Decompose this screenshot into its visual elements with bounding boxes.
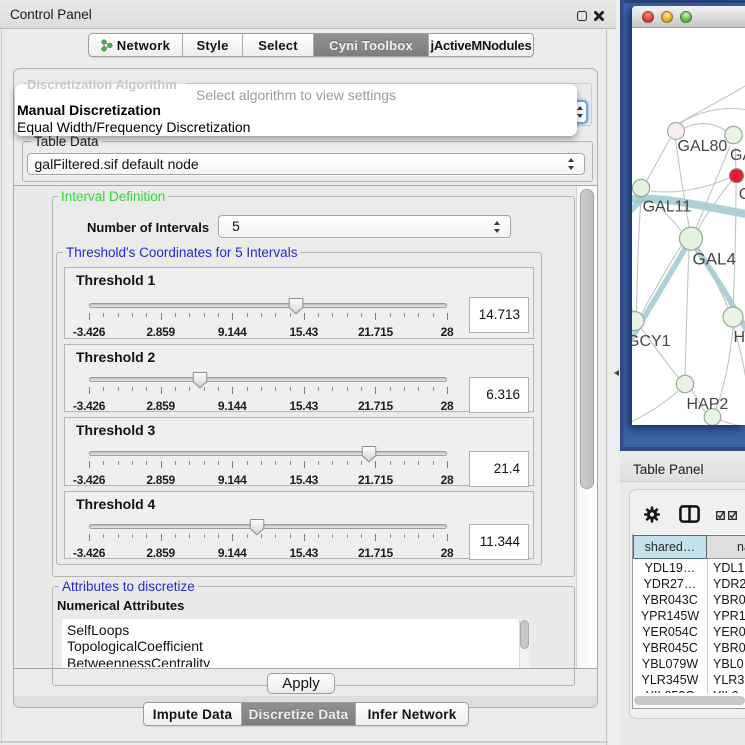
svg-text:C: C — [739, 186, 745, 203]
svg-text:GAL80: GAL80 — [678, 138, 728, 155]
svg-text:GA: GA — [730, 147, 745, 164]
svg-text:HI: HI — [734, 329, 745, 346]
svg-text:GAL4: GAL4 — [693, 250, 736, 269]
svg-text:GCY1: GCY1 — [632, 333, 671, 350]
svg-text:GAL11: GAL11 — [643, 199, 692, 216]
svg-text:HAP2: HAP2 — [687, 396, 729, 413]
